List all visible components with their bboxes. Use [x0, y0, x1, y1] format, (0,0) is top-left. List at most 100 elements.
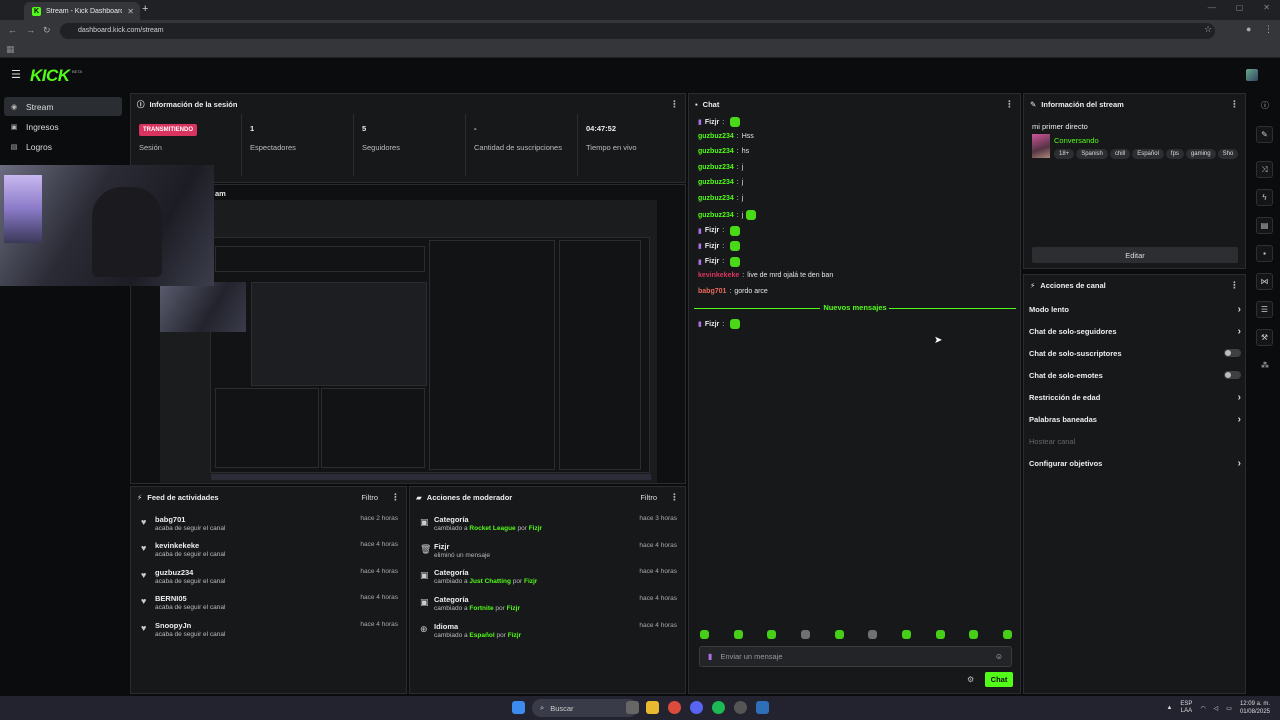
url-field[interactable]: dashboard.kick.com/stream: [60, 23, 1215, 39]
emote-button[interactable]: [1002, 630, 1012, 639]
channel-action-item[interactable]: Modo lento ›: [1029, 301, 1241, 317]
language-indicator[interactable]: ESP LAA: [1180, 701, 1192, 715]
emote-button[interactable]: [834, 630, 844, 639]
stream-tag[interactable]: Spanish: [1076, 149, 1108, 159]
profile-icon[interactable]: ●: [1246, 24, 1251, 34]
wifi-icon[interactable]: ◠: [1200, 705, 1205, 712]
obs-icon[interactable]: [734, 701, 747, 714]
stream-video[interactable]: [160, 200, 657, 483]
chat-username[interactable]: guzbuz234: [698, 195, 734, 202]
stream-tag[interactable]: gaming: [1185, 149, 1216, 159]
list-rail-icon[interactable]: ☰: [1256, 301, 1273, 318]
category-name[interactable]: Conversando: [1054, 136, 1099, 145]
bookmark-star-icon[interactable]: ☆: [1204, 24, 1212, 35]
chat-message-input[interactable]: [720, 652, 987, 661]
task-view-icon[interactable]: [626, 701, 639, 714]
sidebar-item-logros[interactable]: ▤ Logros: [4, 137, 122, 156]
tray-chevron-icon[interactable]: ▲: [1166, 705, 1172, 711]
send-chat-button[interactable]: Chat: [985, 672, 1013, 687]
chat-username[interactable]: Fizjr: [705, 243, 719, 250]
mod-desc-target[interactable]: Just Chatting: [469, 578, 511, 585]
discord-icon[interactable]: [690, 701, 703, 714]
emote-button[interactable]: [700, 630, 709, 639]
chat-settings-icon[interactable]: ⚙: [967, 675, 974, 684]
browser-tab[interactable]: K Stream - Kick Dashboard ✕: [24, 2, 140, 20]
new-tab-button[interactable]: +: [142, 3, 148, 15]
apps-grid-icon[interactable]: ▦: [6, 44, 15, 55]
filter-button[interactable]: Filtro: [361, 493, 378, 502]
emote-button[interactable]: [767, 630, 777, 639]
chat-username[interactable]: Fizjr: [705, 227, 719, 234]
chat-username[interactable]: guzbuz234: [698, 212, 734, 219]
wrench-rail-icon[interactable]: ⚒: [1256, 329, 1273, 346]
chat-username[interactable]: guzbuz234: [698, 148, 734, 155]
reload-icon[interactable]: ↻: [43, 25, 51, 36]
clock[interactable]: 12:09 a. m. 01/08/2025: [1240, 700, 1270, 716]
windows-start-icon[interactable]: [512, 701, 525, 714]
filter-button[interactable]: Filtro: [640, 493, 657, 502]
chat-username[interactable]: babg701: [698, 288, 726, 295]
file-explorer-icon[interactable]: [646, 701, 659, 714]
minimize-icon[interactable]: —: [1208, 3, 1216, 12]
link-rail-icon[interactable]: ⋈: [1256, 273, 1273, 290]
more-options-icon[interactable]: ⋮: [670, 492, 679, 503]
chat-username[interactable]: Fizjr: [705, 321, 719, 328]
user-avatar[interactable]: [1246, 69, 1258, 81]
emoji-picker-icon[interactable]: ☺: [995, 652, 1003, 661]
close-window-icon[interactable]: ✕: [1263, 3, 1270, 12]
chat-username[interactable]: guzbuz234: [698, 133, 734, 140]
stream-tag[interactable]: chill: [1109, 149, 1131, 159]
taskbar-search[interactable]: ⌕ Buscar: [532, 699, 638, 717]
back-icon[interactable]: ←: [8, 25, 17, 35]
mod-desc-target[interactable]: Rocket League: [469, 525, 515, 532]
chat-username[interactable]: Fizjr: [705, 258, 719, 265]
edit-stream-button[interactable]: Editar: [1032, 247, 1238, 263]
edit-rail-icon[interactable]: ✎: [1256, 126, 1273, 143]
app-icon[interactable]: [756, 701, 769, 714]
more-options-icon[interactable]: ⋮: [670, 99, 679, 110]
spotify-icon[interactable]: [712, 701, 725, 714]
stream-tag[interactable]: fps: [1165, 149, 1184, 159]
mod-desc-by[interactable]: Fizjr: [508, 632, 521, 639]
chat-username[interactable]: Fizjr: [705, 119, 719, 126]
mod-desc-target[interactable]: Español: [469, 632, 494, 639]
channel-action-item[interactable]: Chat de solo-emotes: [1029, 367, 1241, 383]
stream-tag[interactable]: Español: [1132, 149, 1164, 159]
more-options-icon[interactable]: ⋮: [1230, 99, 1239, 110]
channel-action-item[interactable]: Restricción de edad ›: [1029, 389, 1241, 405]
document-rail-icon[interactable]: ▤: [1256, 217, 1273, 234]
mod-desc-by[interactable]: Fizjr: [507, 605, 520, 612]
chat-username[interactable]: guzbuz234: [698, 164, 734, 171]
channel-action-item[interactable]: Palabras baneadas ›: [1029, 411, 1241, 427]
mod-desc-target[interactable]: Fortnite: [469, 605, 493, 612]
bolt-rail-icon[interactable]: ϟ: [1256, 189, 1273, 206]
maximize-icon[interactable]: ▢: [1236, 3, 1244, 12]
emote-button[interactable]: [969, 630, 979, 639]
more-options-icon[interactable]: ⋮: [1230, 280, 1239, 291]
hamburger-menu-icon[interactable]: ☰: [11, 68, 21, 81]
more-options-icon[interactable]: ⋮: [1005, 99, 1014, 110]
stream-tag[interactable]: Sho: [1217, 149, 1239, 159]
sidebar-item-ingresos[interactable]: ▣ Ingresos: [4, 117, 122, 136]
volume-icon[interactable]: ◁: [1214, 705, 1219, 712]
stream-tag[interactable]: 18+: [1054, 149, 1075, 159]
chat-username[interactable]: guzbuz234: [698, 179, 734, 186]
forward-icon[interactable]: →: [26, 25, 35, 35]
close-tab-icon[interactable]: ✕: [127, 7, 134, 16]
battery-icon[interactable]: ▭: [1226, 705, 1232, 712]
toggle-switch[interactable]: [1224, 371, 1241, 379]
browser-menu-icon[interactable]: ⋮: [1264, 24, 1273, 35]
emote-button[interactable]: [800, 630, 810, 639]
channel-action-item[interactable]: Chat de solo-seguidores ›: [1029, 323, 1241, 339]
channel-action-item[interactable]: Configurar objetivos ›: [1029, 455, 1241, 471]
emote-button[interactable]: [733, 630, 743, 639]
toggle-switch[interactable]: [1224, 349, 1241, 357]
info-circle-icon[interactable]: ⓘ: [1261, 100, 1269, 111]
chat-rail-icon[interactable]: ▪: [1256, 245, 1273, 262]
sidebar-item-stream[interactable]: ◉ Stream: [4, 97, 122, 116]
emote-button[interactable]: [868, 630, 878, 639]
channel-action-item[interactable]: Chat de solo-suscriptores: [1029, 345, 1241, 361]
mod-desc-by[interactable]: Fizjr: [524, 578, 537, 585]
chat-username[interactable]: kevinkekeke: [698, 272, 739, 279]
emote-button[interactable]: [935, 630, 945, 639]
